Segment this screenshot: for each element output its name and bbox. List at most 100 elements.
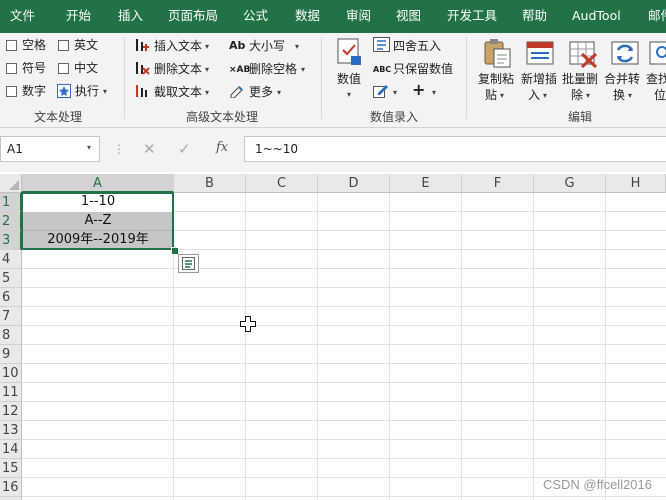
- row-header-12[interactable]: 12: [0, 402, 22, 421]
- cell-a2[interactable]: A--Z: [22, 212, 174, 231]
- batch-delete-button[interactable]: 批量删 除 ▾: [562, 36, 604, 104]
- delete-spaces-label: 删除空格: [249, 62, 298, 76]
- row-header-16[interactable]: 16: [0, 478, 22, 497]
- merge-convert-button[interactable]: 合并转 换 ▾: [604, 36, 646, 104]
- find-locate-icon: [649, 41, 666, 65]
- value-icon: [337, 38, 361, 65]
- find-locate-button[interactable]: 查找 位: [646, 36, 666, 104]
- row-header-14[interactable]: 14: [0, 440, 22, 459]
- row-header-2[interactable]: 2: [0, 212, 22, 231]
- delete-text-button[interactable]: 删除文本 ▾: [134, 59, 216, 79]
- tab-review[interactable]: 审阅: [346, 0, 371, 33]
- column-header-h[interactable]: H: [606, 174, 666, 193]
- tab-mailings[interactable]: 邮件: [648, 0, 666, 33]
- row-header-7[interactable]: 7: [0, 307, 22, 326]
- plus-icon: +: [412, 80, 426, 99]
- case-dropdown-icon: ▾: [295, 42, 300, 51]
- execute-label: 执行: [75, 84, 100, 98]
- new-insert-button[interactable]: 新增插 入 ▾: [519, 36, 561, 104]
- number-checkbox[interactable]: [6, 86, 17, 97]
- column-header-a[interactable]: A: [22, 174, 174, 193]
- ribbon: 空格 英文 符号 中文 数字 执行 ▾ 文本处理 插入文本 ▾ 删除文本 ▾ 截…: [0, 33, 666, 128]
- tab-audtool[interactable]: AudTool: [572, 0, 621, 33]
- delete-text-label: 删除文本: [154, 62, 203, 76]
- copy-paste-button[interactable]: 复制粘 贴 ▾: [476, 36, 518, 104]
- column-header-b[interactable]: B: [174, 174, 246, 193]
- copy-paste-dropdown-icon: ▾: [500, 91, 505, 100]
- find-locate-label-2: 位: [654, 88, 666, 102]
- delete-spaces-button[interactable]: ×AB 删除空格 ▾: [229, 59, 319, 79]
- tab-data[interactable]: 数据: [295, 0, 320, 33]
- case-button[interactable]: Ab 大小写 ▾: [229, 36, 319, 56]
- edit-tool-dropdown-icon: ▾: [393, 88, 398, 97]
- row-header-13[interactable]: 13: [0, 421, 22, 440]
- cut-text-button[interactable]: 截取文本 ▾: [134, 82, 216, 102]
- chinese-checkbox-label: 中文: [74, 61, 99, 75]
- row-header-4[interactable]: 4: [0, 250, 22, 269]
- text-group-label: 文本处理: [34, 110, 83, 124]
- edit-tool-button[interactable]: ▾: [373, 82, 407, 102]
- value-label: 数值: [337, 72, 362, 86]
- name-box[interactable]: A1 ▾: [0, 136, 100, 162]
- chinese-checkbox[interactable]: [58, 63, 69, 74]
- watermark: CSDN @ffcell2016: [542, 477, 652, 492]
- space-checkbox[interactable]: [6, 40, 17, 51]
- new-insert-label-2: 入: [528, 88, 541, 102]
- column-header-c[interactable]: C: [246, 174, 318, 193]
- column-header-f[interactable]: F: [462, 174, 534, 193]
- tab-developer[interactable]: 开发工具: [447, 0, 497, 33]
- more-button[interactable]: 更多 ▾: [229, 82, 299, 102]
- insert-text-label: 插入文本: [154, 39, 203, 53]
- insert-function-icon[interactable]: fx: [216, 140, 228, 155]
- tab-page-layout[interactable]: 页面布局: [168, 0, 218, 33]
- english-checkbox[interactable]: [58, 40, 69, 51]
- row-header-15[interactable]: 15: [0, 459, 22, 478]
- row-header-1[interactable]: 1: [0, 193, 22, 212]
- group-separator: [466, 37, 467, 119]
- cell-a1[interactable]: 1--10: [22, 193, 174, 212]
- cell-a3[interactable]: 2009年--2019年: [22, 231, 174, 250]
- round-button[interactable]: 四舍五入: [373, 36, 453, 56]
- keep-value-icon: ABC: [373, 65, 392, 74]
- drag-handle-icon[interactable]: ⋮: [113, 142, 125, 156]
- space-checkbox-label: 空格: [22, 38, 47, 52]
- edit-tool-icon: [373, 85, 388, 98]
- keep-value-button[interactable]: ABC 只保留数值: [373, 59, 463, 79]
- insert-text-button[interactable]: 插入文本 ▾: [134, 36, 216, 56]
- tab-formulas[interactable]: 公式: [243, 0, 268, 33]
- column-header-e[interactable]: E: [390, 174, 462, 193]
- column-header-d[interactable]: D: [318, 174, 390, 193]
- tab-help[interactable]: 帮助: [522, 0, 547, 33]
- worksheet-grid[interactable]: A B C D E F G H 1 2 3 4 5 6 7 8 9 10 11 …: [0, 174, 666, 500]
- select-all-icon: [9, 180, 19, 190]
- row-header-3[interactable]: 3: [0, 231, 22, 250]
- row-header-9[interactable]: 9: [0, 345, 22, 364]
- value-button[interactable]: 数值 ▾: [333, 36, 367, 104]
- formula-input[interactable]: 1~~10: [244, 136, 666, 162]
- row-header-8[interactable]: 8: [0, 326, 22, 345]
- tab-view[interactable]: 视图: [396, 0, 421, 33]
- row-header-6[interactable]: 6: [0, 288, 22, 307]
- tab-insert[interactable]: 插入: [118, 0, 143, 33]
- merge-convert-label-1: 合并转: [604, 72, 641, 86]
- row-header-11[interactable]: 11: [0, 383, 22, 402]
- batch-delete-dropdown-icon: ▾: [586, 91, 591, 100]
- cancel-icon[interactable]: ✕: [143, 140, 156, 158]
- new-insert-icon: [526, 41, 554, 65]
- tab-file[interactable]: 文件: [10, 0, 35, 33]
- batch-delete-icon: [569, 41, 598, 68]
- add-button[interactable]: + ▾: [412, 82, 442, 102]
- symbol-checkbox-label: 符号: [22, 61, 47, 75]
- row-header-10[interactable]: 10: [0, 364, 22, 383]
- symbol-checkbox[interactable]: [6, 63, 17, 74]
- merge-convert-dropdown-icon: ▾: [628, 91, 633, 100]
- name-box-dropdown-icon[interactable]: ▾: [87, 143, 91, 152]
- enter-icon[interactable]: ✓: [178, 140, 191, 158]
- select-all-corner[interactable]: [0, 174, 22, 193]
- execute-button[interactable]: 执行 ▾: [56, 82, 112, 100]
- merge-convert-icon: [611, 41, 639, 65]
- column-header-g[interactable]: G: [534, 174, 606, 193]
- row-header-5[interactable]: 5: [0, 269, 22, 288]
- quick-analysis-button[interactable]: [178, 254, 199, 273]
- tab-home[interactable]: 开始: [66, 0, 91, 33]
